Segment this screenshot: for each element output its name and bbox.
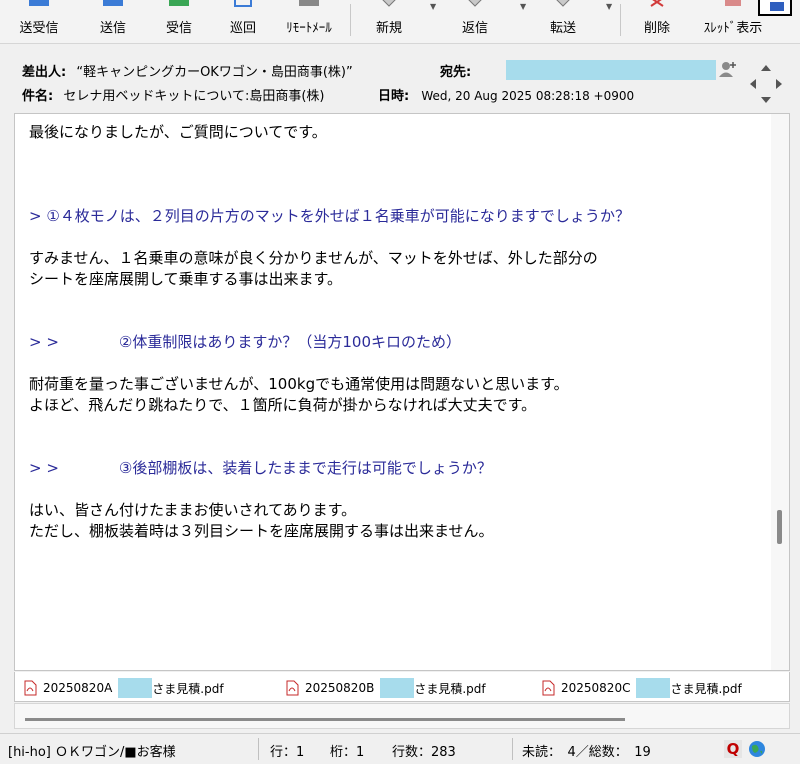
forward-icon (556, 0, 570, 7)
message-text: 最後になりましたが、ご質問についてです。 > ①４枚モノは、２列目の片方のマットを… (29, 122, 759, 542)
globe-icon[interactable] (748, 740, 766, 758)
message-body-panel[interactable]: 最後になりましたが、ご質問についてです。 > ①４枚モノは、２列目の片方のマットを… (14, 113, 790, 671)
message-line: はい、皆さん付けたままお使いされてあります。 (29, 501, 357, 519)
new-mail-icon (382, 0, 396, 7)
pdf-file-icon (542, 680, 555, 696)
message-header: 差出人: “軽キャンピングカーOKワゴン・島田商事(株)” 宛先: 件名: セレ… (14, 55, 788, 111)
toolbar-separator (350, 4, 351, 36)
thread-view-icon (725, 0, 741, 6)
vertical-scroll-thumb[interactable] (777, 510, 782, 544)
send-button[interactable]: 送信 (90, 0, 136, 42)
message-line (29, 416, 759, 437)
status-separator (512, 738, 513, 760)
message-line: シートを座席展開して乗車する事は出来ます。 (29, 270, 343, 288)
pdf-file-icon (286, 680, 299, 696)
vertical-scrollbar[interactable] (771, 114, 789, 670)
quoted-line: > > ③後部棚板は、装着したままで走行は可能でしょうか？ (29, 459, 492, 477)
toolbar: 送受信 送信 受信 巡回 ﾘﾓｰﾄﾒｰﾙ 新規 ▼ 返信 ▼ 転送 ▼ 削除 ｽ… (0, 0, 800, 44)
message-line: よほど、飛んだり跳ねたりで、１箇所に負荷が掛からなければ大丈夫です。 (29, 396, 537, 414)
subject-row: 件名: セレナ用ベッドキットについて:島田商事(株) (22, 85, 324, 104)
date-row: 日時: Wed, 20 Aug 2025 08:28:18 +0900 (378, 85, 634, 104)
message-line: ただし、棚板装着時は３列目シートを座席展開する事は出来ません。 (29, 522, 494, 540)
pdf-file-icon (24, 680, 37, 696)
forward-button[interactable]: 転送 (540, 0, 586, 42)
message-line (29, 437, 759, 458)
reply-dropdown-caret-icon[interactable]: ▼ (520, 2, 526, 11)
attachment-bar: 20250820A さま見積.pdf 20250820B さま見積.pdf 20… (14, 672, 790, 702)
forward-dropdown-caret-icon[interactable]: ▼ (606, 2, 612, 11)
add-address-icon[interactable] (718, 59, 738, 79)
status-row: 行：1 (270, 745, 305, 760)
receive-button[interactable]: 受信 (156, 0, 202, 42)
message-line: 最後になりましたが、ご質問についてです。 (29, 123, 327, 141)
send-icon (103, 0, 123, 6)
message-line (29, 185, 759, 206)
from-row: 差出人: “軽キャンピングカーOKワゴン・島田商事(株)” (22, 61, 353, 80)
patrol-button[interactable]: 巡回 (220, 0, 266, 42)
new-mail-button[interactable]: 新規 (366, 0, 412, 42)
q-status-icon[interactable]: Q (724, 740, 742, 758)
status-line-count: 行数：283 (392, 745, 456, 760)
to-label: 宛先: (440, 65, 472, 80)
status-separator (258, 738, 259, 760)
quoted-line: > ①４枚モノは、２列目の片方のマットを外せば１名乗車が可能になりますでしょうか… (29, 207, 630, 225)
message-line (29, 227, 759, 248)
send-receive-button[interactable]: 送受信 (10, 0, 68, 42)
delete-button[interactable]: 削除 (634, 0, 680, 42)
quoted-line: > > ②体重制限はありますか？（当方100キロのため） (29, 333, 461, 351)
receive-icon (169, 0, 189, 6)
patrol-icon (234, 0, 252, 7)
horizontal-scroll-thumb[interactable] (25, 718, 625, 721)
subject-label: 件名: (22, 89, 54, 104)
horizontal-scrollbar[interactable] (14, 703, 790, 729)
message-line (29, 353, 759, 374)
subject-value: セレナ用ベッドキットについて:島田商事(株) (63, 89, 325, 104)
toolbar-separator (620, 4, 621, 36)
from-label: 差出人: (22, 65, 67, 80)
attachment-name-redacted (118, 678, 153, 698)
reply-button[interactable]: 返信 (452, 0, 498, 42)
list-view-icon (770, 2, 784, 11)
message-line: 耐荷重を量った事ございませんが、100kgでも通常使用は問題ないと思います。 (29, 375, 569, 393)
attachment-item[interactable]: 20250820C さま見積.pdf (541, 678, 742, 698)
attachment-item[interactable]: 20250820A さま見積.pdf (23, 678, 224, 698)
list-view-toggle[interactable] (758, 0, 792, 16)
attachment-name-redacted (380, 678, 415, 698)
remote-mail-button[interactable]: ﾘﾓｰﾄﾒｰﾙ (276, 0, 342, 42)
attachment-item[interactable]: 20250820B さま見積.pdf (285, 678, 486, 698)
message-nav-arrows-icon[interactable] (748, 63, 784, 105)
status-column: 桁：1 (330, 745, 365, 760)
to-row: 宛先: (440, 61, 471, 80)
message-line (29, 479, 759, 500)
remote-mail-icon (299, 0, 319, 6)
from-value[interactable]: “軽キャンピングカーOKワゴン・島田商事(株)” (76, 65, 352, 80)
date-value: Wed, 20 Aug 2025 08:28:18 +0900 (421, 89, 635, 103)
reply-icon (468, 0, 482, 7)
message-line (29, 164, 759, 185)
send-receive-icon (29, 0, 49, 6)
message-line (29, 290, 759, 311)
delete-icon (650, 0, 664, 7)
message-line (29, 143, 759, 164)
to-value-redacted[interactable] (506, 60, 716, 80)
attachment-name-redacted (636, 678, 671, 698)
new-mail-dropdown-caret-icon[interactable]: ▼ (430, 2, 436, 11)
status-unread-total: 未読： 4／総数： 19 (522, 745, 651, 760)
status-bar: [hi-ho] ＯＫワゴン/■お客様 行：1 桁：1 行数：283 未読： 4／… (0, 733, 800, 764)
message-line (29, 311, 759, 332)
date-label: 日時: (378, 89, 410, 104)
status-folder: [hi-ho] ＯＫワゴン/■お客様 (8, 745, 176, 760)
message-line: すみません、１名乗車の意味が良く分かりませんが、マットを外せば、外した部分の (29, 249, 598, 267)
